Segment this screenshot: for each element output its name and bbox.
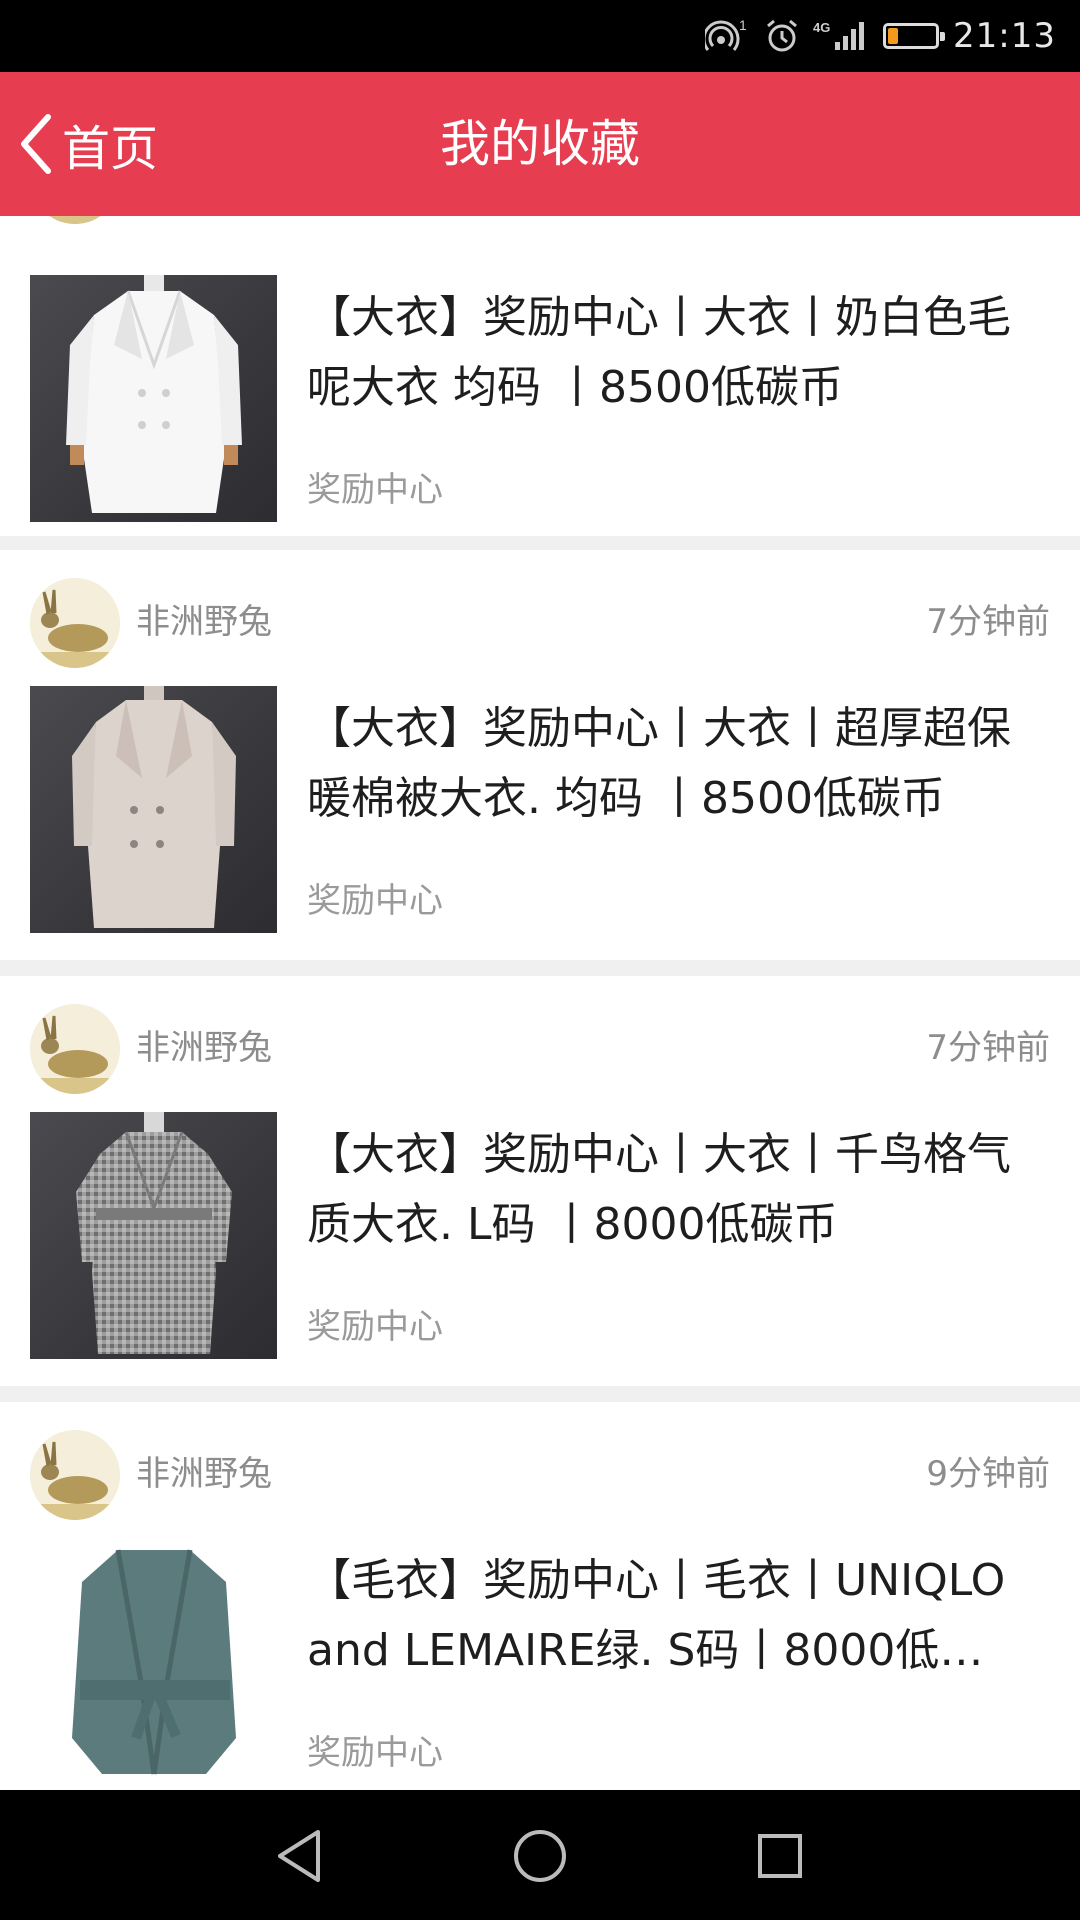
battery-icon — [883, 23, 946, 49]
time-ago: 7分钟前 — [926, 1028, 1050, 1068]
svg-text:4G: 4G — [813, 20, 830, 35]
status-bar: 1 4G 21:13 — [0, 0, 1080, 72]
seller-row: 非洲野兔 9分钟前 — [0, 1402, 1080, 1522]
item-source: 奖励中心 — [307, 470, 443, 510]
status-time: 21:13 — [953, 16, 1056, 56]
app-header: 首页 我的收藏 — [0, 72, 1080, 216]
favorite-item[interactable]: 【大衣】奖励中心丨大衣丨奶白色毛呢大衣 均码 丨8500低碳币 奖励中心 — [0, 216, 1080, 536]
item-source: 奖励中心 — [307, 1733, 443, 1773]
item-thumbnail — [30, 275, 277, 522]
favorite-item[interactable]: 非洲野兔 9分钟前 【毛衣】奖励中心丨毛衣丨UNIQLO and LEMAIRE… — [0, 1402, 1080, 1790]
item-title: 【毛衣】奖励中心丨毛衣丨UNIQLO and LEMAIRE绿. S码丨8000… — [307, 1555, 1006, 1676]
hotspot-icon: 1 — [705, 18, 747, 51]
seller-row: 非洲野兔 7分钟前 — [0, 976, 1080, 1096]
chevron-left-icon — [21, 114, 51, 174]
seller-name: 非洲野兔 — [136, 1454, 272, 1494]
seller-avatar — [30, 1004, 120, 1094]
seller-avatar — [30, 1430, 120, 1520]
favorites-list[interactable]: 【大衣】奖励中心丨大衣丨奶白色毛呢大衣 均码 丨8500低碳币 奖励中心 非洲野… — [0, 216, 1080, 1790]
system-nav-bar — [0, 1790, 1080, 1920]
back-triangle-icon[interactable] — [268, 1824, 332, 1888]
svg-text:1: 1 — [739, 18, 747, 33]
signal-4g-icon: 4G — [813, 20, 865, 50]
home-circle-icon[interactable] — [508, 1824, 572, 1888]
alarm-icon — [767, 19, 797, 52]
favorite-item[interactable]: 非洲野兔 7分钟前 【大衣】奖励中心丨大衣丨超厚超保暖棉被大衣. 均码 丨850… — [0, 550, 1080, 960]
seller-avatar — [30, 216, 120, 224]
seller-avatar — [30, 578, 120, 668]
item-source: 奖励中心 — [307, 1307, 443, 1347]
item-title: 【大衣】奖励中心丨大衣丨奶白色毛呢大衣 均码 丨8500低碳币 — [307, 292, 1011, 413]
back-label: 首页 — [62, 121, 159, 177]
seller-row: 非洲野兔 7分钟前 — [0, 550, 1080, 670]
item-thumbnail — [30, 1112, 277, 1359]
seller-name: 非洲野兔 — [136, 1028, 272, 1068]
battery-level — [888, 28, 899, 44]
item-thumbnail — [30, 1538, 277, 1785]
status-icons: 1 4G 21:13 — [705, 0, 1056, 72]
seller-name: 非洲野兔 — [136, 602, 272, 642]
item-thumbnail — [30, 686, 277, 933]
favorite-item[interactable]: 非洲野兔 7分钟前 【大衣】奖励中心丨大衣丨千鸟格气质大衣. L码 丨8000低… — [0, 976, 1080, 1386]
item-title: 【大衣】奖励中心丨大衣丨超厚超保暖棉被大衣. 均码 丨8500低碳币 — [307, 703, 1011, 824]
back-button[interactable]: 首页 — [18, 72, 158, 216]
item-source: 奖励中心 — [307, 881, 443, 921]
time-ago: 9分钟前 — [926, 1454, 1050, 1494]
recents-square-icon[interactable] — [748, 1824, 812, 1888]
item-title: 【大衣】奖励中心丨大衣丨千鸟格气质大衣. L码 丨8000低碳币 — [307, 1129, 1011, 1250]
time-ago: 7分钟前 — [926, 602, 1050, 642]
page-title: 我的收藏 — [440, 115, 640, 173]
